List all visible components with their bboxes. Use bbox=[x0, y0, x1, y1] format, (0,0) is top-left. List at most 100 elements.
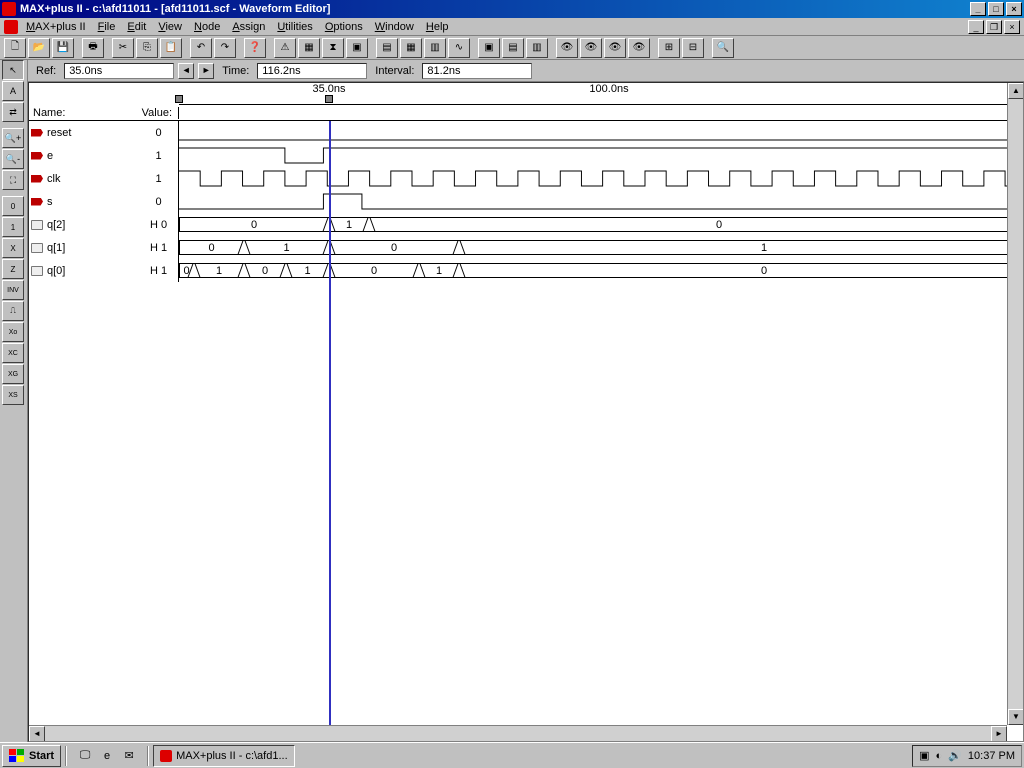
tray-volume-icon[interactable]: 🔊 bbox=[948, 749, 962, 762]
menu-utilities[interactable]: Utilities bbox=[271, 20, 318, 34]
menu-file[interactable]: File bbox=[92, 20, 122, 34]
maximize-button[interactable]: □ bbox=[988, 2, 1004, 16]
time-input[interactable] bbox=[257, 63, 367, 79]
menu-maxplus[interactable]: MAX+plus II bbox=[20, 20, 92, 34]
outlook-icon[interactable]: ✉ bbox=[119, 746, 139, 766]
compiler-button[interactable]: ▥ bbox=[424, 38, 446, 58]
mdi-restore-button[interactable]: ❐ bbox=[986, 20, 1002, 34]
waveform-clk[interactable] bbox=[179, 167, 1007, 190]
simulate-button[interactable]: ▦ bbox=[298, 38, 320, 58]
eye2-button[interactable]: 👁 bbox=[580, 38, 602, 58]
waveform-button[interactable]: ∿ bbox=[448, 38, 470, 58]
taskbar-app-button[interactable]: MAX+plus II - c:\afd1... bbox=[153, 745, 295, 767]
ref-input[interactable] bbox=[64, 63, 174, 79]
zoom-in-tool[interactable]: 🔍+ bbox=[2, 128, 24, 148]
undo-button[interactable]: ↶ bbox=[190, 38, 212, 58]
waveform-e[interactable] bbox=[179, 144, 1007, 167]
signal-row-reset[interactable]: reset 0 bbox=[29, 121, 179, 144]
waveform-area[interactable]: 01001010101010 bbox=[179, 121, 1007, 725]
help-context-button[interactable]: ❓ bbox=[244, 38, 266, 58]
eye4-button[interactable]: 👁 bbox=[628, 38, 650, 58]
tool-c-button[interactable]: ▥ bbox=[526, 38, 548, 58]
show-desktop-icon[interactable]: 🖵 bbox=[75, 746, 95, 766]
zoom-out-tool[interactable]: 🔍- bbox=[2, 149, 24, 169]
reference-cursor[interactable] bbox=[329, 121, 331, 725]
vscroll-track[interactable] bbox=[1008, 99, 1023, 709]
ref-next-button[interactable]: ► bbox=[198, 63, 214, 79]
signal-row-e[interactable]: e 1 bbox=[29, 144, 179, 167]
xc-tool[interactable]: XC bbox=[2, 343, 24, 363]
interval-input[interactable] bbox=[422, 63, 532, 79]
menu-assign[interactable]: Assign bbox=[226, 20, 271, 34]
menu-node[interactable]: Node bbox=[188, 20, 226, 34]
mdi-minimize-button[interactable]: _ bbox=[968, 20, 984, 34]
hscroll-track[interactable] bbox=[45, 726, 991, 741]
scroll-right-button[interactable]: ► bbox=[991, 726, 1007, 742]
tool-b-button[interactable]: ▤ bbox=[502, 38, 524, 58]
compile-button[interactable]: ⚠ bbox=[274, 38, 296, 58]
floorplan-button[interactable]: ▦ bbox=[400, 38, 422, 58]
tray-icon-2[interactable]: ◐ bbox=[936, 750, 943, 762]
program-button[interactable]: ▣ bbox=[346, 38, 368, 58]
open-button[interactable]: 📂 bbox=[28, 38, 50, 58]
hierarchy-button[interactable]: ▤ bbox=[376, 38, 398, 58]
scroll-down-button[interactable]: ▼ bbox=[1008, 709, 1024, 725]
menu-options[interactable]: Options bbox=[319, 20, 369, 34]
menu-window[interactable]: Window bbox=[369, 20, 420, 34]
grid1-button[interactable]: ⊞ bbox=[658, 38, 680, 58]
scroll-left-button[interactable]: ◄ bbox=[29, 726, 45, 742]
zoom-fit-tool[interactable]: ⛶ bbox=[2, 170, 24, 190]
text-tool[interactable]: A bbox=[2, 81, 24, 101]
origin-handle[interactable] bbox=[175, 95, 183, 103]
waveform-q[2][interactable]: 010 bbox=[179, 213, 1007, 236]
signal-row-s[interactable]: s 0 bbox=[29, 190, 179, 213]
tray-clock[interactable]: 10:37 PM bbox=[968, 750, 1015, 762]
save-button[interactable]: 💾 bbox=[52, 38, 74, 58]
cut-button[interactable]: ✂ bbox=[112, 38, 134, 58]
paste-button[interactable]: 📋 bbox=[160, 38, 182, 58]
timing-button[interactable]: ⧗ bbox=[322, 38, 344, 58]
mdi-close-button[interactable]: × bbox=[1004, 20, 1020, 34]
waveform-q[1][interactable]: 0101 bbox=[179, 236, 1007, 259]
signal-row-q[0][interactable]: q[0] H 1 bbox=[29, 259, 179, 282]
invert-tool[interactable]: INV bbox=[2, 280, 24, 300]
swap-tool[interactable]: ⇄ bbox=[2, 102, 24, 122]
signal-row-q[2][interactable]: q[2] H 0 bbox=[29, 213, 179, 236]
signal-row-clk[interactable]: clk 1 bbox=[29, 167, 179, 190]
eye3-button[interactable]: 👁 bbox=[604, 38, 626, 58]
cursor-handle[interactable] bbox=[325, 95, 333, 103]
tool-a-button[interactable]: ▣ bbox=[478, 38, 500, 58]
menu-view[interactable]: View bbox=[152, 20, 188, 34]
waveform-reset[interactable] bbox=[179, 121, 1007, 144]
xs-tool[interactable]: XS bbox=[2, 385, 24, 405]
copy-button[interactable]: ⎘ bbox=[136, 38, 158, 58]
signal-row-q[1][interactable]: q[1] H 1 bbox=[29, 236, 179, 259]
waveform-q[0][interactable]: 0101010 bbox=[179, 259, 1007, 282]
horizontal-scrollbar[interactable]: ◄ ► bbox=[29, 725, 1007, 741]
print-button[interactable]: 🖶 bbox=[82, 38, 104, 58]
waveform-s[interactable] bbox=[179, 190, 1007, 213]
search-button[interactable]: 🔍 bbox=[712, 38, 734, 58]
grid2-button[interactable]: ⊟ bbox=[682, 38, 704, 58]
force-0-tool[interactable]: 0 bbox=[2, 196, 24, 216]
redo-button[interactable]: ↷ bbox=[214, 38, 236, 58]
close-button[interactable]: × bbox=[1006, 2, 1022, 16]
scroll-up-button[interactable]: ▲ bbox=[1008, 83, 1024, 99]
ie-icon[interactable]: e bbox=[97, 746, 117, 766]
minimize-button[interactable]: _ bbox=[970, 2, 986, 16]
menu-edit[interactable]: Edit bbox=[121, 20, 152, 34]
force-x-tool[interactable]: X bbox=[2, 238, 24, 258]
new-button[interactable]: 🗋 bbox=[4, 38, 26, 58]
clock-tool[interactable]: ⎍ bbox=[2, 301, 24, 321]
force-z-tool[interactable]: Z bbox=[2, 259, 24, 279]
vertical-scrollbar[interactable]: ▲ ▼ bbox=[1007, 83, 1023, 725]
menu-help[interactable]: Help bbox=[420, 20, 455, 34]
start-button[interactable]: Start bbox=[2, 745, 61, 767]
select-tool[interactable]: ↖ bbox=[2, 60, 24, 80]
eye1-button[interactable]: 👁 bbox=[556, 38, 578, 58]
ref-prev-button[interactable]: ◄ bbox=[178, 63, 194, 79]
xg-tool[interactable]: XG bbox=[2, 364, 24, 384]
force-1-tool[interactable]: 1 bbox=[2, 217, 24, 237]
tray-icon-1[interactable]: ▣ bbox=[919, 749, 929, 762]
xo-tool[interactable]: Xo bbox=[2, 322, 24, 342]
